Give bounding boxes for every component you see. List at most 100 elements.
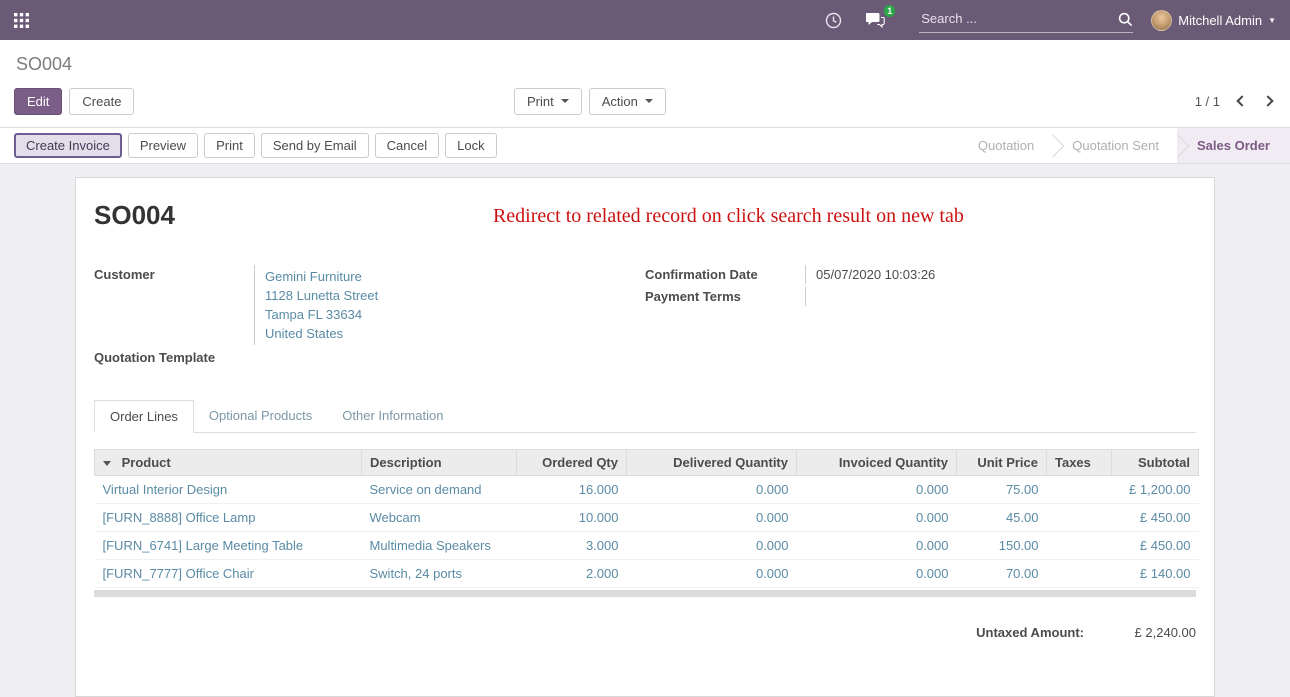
chevron-down-icon: ▼ xyxy=(1268,16,1276,25)
horizontal-scrollbar[interactable] xyxy=(94,590,1196,597)
chevron-down-icon xyxy=(645,99,653,103)
annotation-note: Redirect to related record on click sear… xyxy=(493,205,964,228)
page-title: SO004 xyxy=(94,200,175,231)
field-group-left: Customer Gemini Furniture 1128 Lunetta S… xyxy=(94,265,645,370)
pager: 1 / 1 xyxy=(1195,94,1272,109)
form-sheet: SO004 Redirect to related record on clic… xyxy=(75,177,1215,697)
print-button[interactable]: Print xyxy=(204,133,255,158)
cell-subtotal: £ 140.00 xyxy=(1112,560,1199,588)
cell-subtotal: £ 450.00 xyxy=(1112,504,1199,532)
cell-product: [FURN_7777] Office Chair xyxy=(95,560,362,588)
order-lines-table: Product Description Ordered Qty Delivere… xyxy=(94,449,1199,588)
cell-unit-price: 150.00 xyxy=(957,532,1047,560)
messages-count-badge: 1 xyxy=(884,5,895,17)
column-ordered-qty[interactable]: Ordered Qty xyxy=(517,450,627,476)
cell-description: Switch, 24 ports xyxy=(362,560,517,588)
user-name: Mitchell Admin xyxy=(1178,13,1262,28)
cell-invoiced-qty: 0.000 xyxy=(797,560,957,588)
messages-icon[interactable]: 1 xyxy=(866,12,885,28)
quotation-template-field: Quotation Template xyxy=(94,348,645,367)
customer-field: Customer Gemini Furniture 1128 Lunetta S… xyxy=(94,265,645,345)
cell-ordered-qty: 10.000 xyxy=(517,504,627,532)
column-product-label: Product xyxy=(122,455,171,470)
stage-quotation[interactable]: Quotation xyxy=(958,128,1054,163)
center-actions: Print Action xyxy=(514,88,666,115)
cell-invoiced-qty: 0.000 xyxy=(797,532,957,560)
create-button[interactable]: Create xyxy=(69,88,134,115)
column-product[interactable]: Product xyxy=(95,450,362,476)
cell-description: Service on demand xyxy=(362,476,517,504)
search-icon[interactable] xyxy=(1118,12,1133,27)
form-view-content: SO004 Redirect to related record on clic… xyxy=(0,164,1290,697)
table-row[interactable]: [FURN_6741] Large Meeting Table Multimed… xyxy=(95,532,1199,560)
cell-unit-price: 45.00 xyxy=(957,504,1047,532)
column-taxes[interactable]: Taxes xyxy=(1047,450,1112,476)
search-input[interactable] xyxy=(919,7,1118,32)
field-group-right: Confirmation Date 05/07/2020 10:03:26 Pa… xyxy=(645,265,1196,370)
untaxed-amount-value: £ 2,240.00 xyxy=(1084,625,1196,640)
tab-other-information[interactable]: Other Information xyxy=(327,400,458,432)
table-row[interactable]: [FURN_8888] Office Lamp Webcam 10.000 0.… xyxy=(95,504,1199,532)
cell-ordered-qty: 2.000 xyxy=(517,560,627,588)
pager-previous-icon[interactable] xyxy=(1236,95,1247,106)
create-invoice-button[interactable]: Create Invoice xyxy=(14,133,122,158)
column-unit-price[interactable]: Unit Price xyxy=(957,450,1047,476)
send-by-email-button[interactable]: Send by Email xyxy=(261,133,369,158)
cell-product: Virtual Interior Design xyxy=(95,476,362,504)
pager-next-icon[interactable] xyxy=(1262,95,1273,106)
status-pipeline: Quotation Quotation Sent Sales Order xyxy=(958,128,1290,163)
cell-invoiced-qty: 0.000 xyxy=(797,504,957,532)
chevron-down-icon xyxy=(561,99,569,103)
column-sort-caret-icon[interactable] xyxy=(103,461,111,466)
tab-optional-products[interactable]: Optional Products xyxy=(194,400,327,432)
cell-taxes xyxy=(1047,504,1112,532)
control-panel-buttons: Edit Create Print Action 1 / 1 xyxy=(14,87,1276,115)
quotation-template-label: Quotation Template xyxy=(94,348,254,367)
quotation-template-value xyxy=(254,348,645,367)
cell-delivered-qty: 0.000 xyxy=(627,560,797,588)
column-invoiced-quantity[interactable]: Invoiced Quantity xyxy=(797,450,957,476)
table-row[interactable]: Virtual Interior Design Service on deman… xyxy=(95,476,1199,504)
apps-menu-icon[interactable] xyxy=(14,13,29,28)
cancel-button[interactable]: Cancel xyxy=(375,133,439,158)
print-dropdown-label: Print xyxy=(527,94,554,109)
cell-taxes xyxy=(1047,560,1112,588)
cell-unit-price: 70.00 xyxy=(957,560,1047,588)
cell-subtotal: £ 1,200.00 xyxy=(1112,476,1199,504)
table-row[interactable]: [FURN_7777] Office Chair Switch, 24 port… xyxy=(95,560,1199,588)
statusbar: Create Invoice Preview Print Send by Ema… xyxy=(0,127,1290,164)
cell-product: [FURN_8888] Office Lamp xyxy=(95,504,362,532)
tab-order-lines[interactable]: Order Lines xyxy=(94,400,194,433)
cell-description: Webcam xyxy=(362,504,517,532)
avatar xyxy=(1151,10,1172,31)
confirmation-date-value: 05/07/2020 10:03:26 xyxy=(805,265,1196,284)
cell-description: Multimedia Speakers xyxy=(362,532,517,560)
cell-taxes xyxy=(1047,476,1112,504)
customer-address-line: Tampa FL 33634 xyxy=(265,305,635,324)
totals-section: Untaxed Amount: £ 2,240.00 xyxy=(94,625,1196,640)
column-description[interactable]: Description xyxy=(362,450,517,476)
breadcrumb: SO004 xyxy=(16,54,1276,75)
lock-button[interactable]: Lock xyxy=(445,133,496,158)
cell-delivered-qty: 0.000 xyxy=(627,532,797,560)
column-delivered-quantity[interactable]: Delivered Quantity xyxy=(627,450,797,476)
customer-value: Gemini Furniture 1128 Lunetta Street Tam… xyxy=(254,265,645,345)
stage-quotation-sent[interactable]: Quotation Sent xyxy=(1052,128,1179,163)
action-dropdown-button[interactable]: Action xyxy=(589,88,666,115)
cell-product: [FURN_6741] Large Meeting Table xyxy=(95,532,362,560)
cell-unit-price: 75.00 xyxy=(957,476,1047,504)
confirmation-date-label: Confirmation Date xyxy=(645,265,805,284)
statusbar-buttons: Create Invoice Preview Print Send by Ema… xyxy=(0,128,497,163)
sheet-header: SO004 Redirect to related record on clic… xyxy=(94,200,1196,231)
print-dropdown-button[interactable]: Print xyxy=(514,88,582,115)
customer-address-line: 1128 Lunetta Street xyxy=(265,286,635,305)
column-subtotal[interactable]: Subtotal xyxy=(1112,450,1199,476)
user-menu[interactable]: Mitchell Admin ▼ xyxy=(1151,10,1276,31)
activities-clock-icon[interactable] xyxy=(825,12,842,29)
preview-button[interactable]: Preview xyxy=(128,133,198,158)
customer-link[interactable]: Gemini Furniture xyxy=(265,267,635,286)
stage-sales-order[interactable]: Sales Order xyxy=(1177,128,1290,163)
notebook-tabs: Order Lines Optional Products Other Info… xyxy=(94,400,1196,433)
customer-label: Customer xyxy=(94,265,254,345)
edit-button[interactable]: Edit xyxy=(14,88,62,115)
